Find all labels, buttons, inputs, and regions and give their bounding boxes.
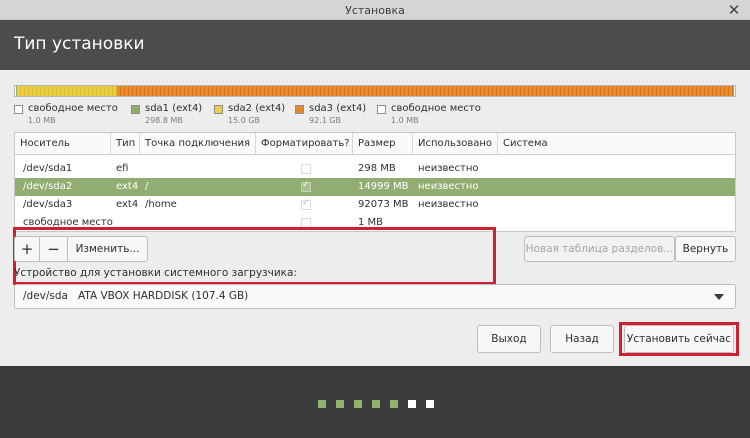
cell-used	[413, 214, 418, 231]
cell-device: /dev/sda2	[23, 181, 73, 192]
format-checkbox[interactable]	[301, 164, 311, 174]
table-row[interactable]: свободное место 1 MB	[15, 214, 735, 231]
table-row[interactable]: /dev/sda3 ext4 /home 92073 MB неизвестно	[15, 196, 735, 214]
legend-size: 1.0 MB	[28, 116, 56, 125]
partition-table: Носитель Тип Точка подключения Форматиро…	[14, 132, 736, 232]
cell-device: /dev/sda1	[23, 163, 73, 174]
cell-used: неизвестно	[418, 163, 479, 174]
legend-size: 1.0 MB	[391, 116, 419, 125]
format-checkbox[interactable]	[301, 198, 311, 210]
legend-swatch	[131, 105, 140, 114]
bootloader-device-select[interactable]: /dev/sda ATA VBOX HARDDISK (107.4 GB)	[14, 284, 736, 309]
column-header-format[interactable]: Форматировать?	[256, 133, 353, 154]
format-checkbox[interactable]	[301, 180, 311, 192]
cell-used: неизвестно	[418, 199, 479, 210]
cell-size: 92073 MB	[358, 199, 409, 210]
partition-toolbar: + − Изменить... Новая таблица разделов..…	[14, 236, 736, 262]
legend-label: sda2 (ext4)	[228, 103, 286, 114]
table-row[interactable]: /dev/sda2 ext4 / 14999 MB неизвестно	[15, 178, 735, 196]
column-header-device[interactable]: Носитель	[15, 133, 111, 154]
legend-label: свободное место	[28, 103, 118, 114]
cell-system	[498, 178, 503, 196]
column-header-mount[interactable]: Точка подключения	[140, 133, 256, 154]
cell-type: ext4	[116, 181, 139, 192]
back-button[interactable]: Назад	[550, 325, 614, 353]
cell-device: свободное место	[23, 217, 113, 228]
revert-button[interactable]: Вернуть	[675, 236, 736, 262]
legend-swatch	[377, 105, 386, 114]
disk-usage-bar	[14, 85, 736, 97]
add-partition-button[interactable]: +	[14, 236, 40, 262]
legend-swatch	[14, 105, 23, 114]
column-header-size[interactable]: Размер	[353, 133, 413, 154]
close-icon[interactable]: ✕	[726, 2, 742, 18]
quit-button[interactable]: Выход	[477, 325, 541, 353]
progress-dot-completed	[336, 400, 344, 408]
remove-partition-button[interactable]: −	[40, 236, 68, 262]
table-header: Носитель Тип Точка подключения Форматиро…	[15, 133, 735, 155]
main-content: свободное место 1.0 MB sda1 (ext4) 298.8…	[0, 70, 750, 366]
legend-size: 92.1 GB	[309, 116, 342, 125]
cell-type: ext4	[116, 199, 139, 210]
progress-dot-pending	[408, 400, 416, 408]
footer	[0, 366, 750, 438]
cell-system	[498, 214, 503, 231]
progress-dot-pending	[426, 400, 434, 408]
cell-type: efi	[116, 163, 129, 174]
disk-segment-free-end	[734, 86, 735, 96]
progress-dot-completed	[354, 400, 362, 408]
disk-segment-sda2	[17, 86, 117, 96]
cell-mount	[140, 214, 145, 231]
cell-device: /dev/sda3	[23, 199, 73, 210]
legend-swatch	[214, 105, 223, 114]
cell-size: 14999 MB	[358, 181, 409, 192]
cell-mount: /home	[145, 199, 177, 210]
page-title: Тип установки	[14, 34, 145, 54]
cell-mount: /	[145, 181, 149, 192]
column-header-system[interactable]: Система	[498, 133, 735, 154]
disk-segment-sda3	[117, 86, 734, 96]
column-header-used[interactable]: Использовано	[413, 133, 498, 154]
page-header: Тип установки	[0, 20, 750, 70]
chevron-down-icon	[714, 294, 724, 300]
cell-system	[498, 160, 503, 178]
legend-label: свободное место	[391, 103, 481, 114]
format-checkbox[interactable]	[301, 218, 311, 228]
cell-size: 1 MB	[358, 217, 384, 228]
legend-label: sda1 (ext4)	[145, 103, 203, 114]
bootloader-selected-value: /dev/sda ATA VBOX HARDDISK (107.4 GB)	[23, 290, 249, 302]
cell-system	[498, 196, 503, 214]
bootloader-label: Устройство для установки системного загр…	[14, 267, 297, 279]
edit-partition-button[interactable]: Изменить...	[68, 236, 148, 262]
legend-label: sda3 (ext4)	[309, 103, 367, 114]
column-header-type[interactable]: Тип	[111, 133, 140, 154]
legend-size: 15.0 GB	[228, 116, 261, 125]
window-title: Установка	[345, 4, 405, 17]
cell-type	[111, 214, 116, 231]
cell-used: неизвестно	[418, 181, 479, 192]
install-now-button[interactable]: Установить сейчас	[624, 325, 734, 353]
legend-swatch	[295, 105, 304, 114]
window-titlebar: Установка ✕	[0, 0, 750, 20]
progress-dot-completed	[318, 400, 326, 408]
cell-size: 298 MB	[358, 163, 396, 174]
table-row[interactable]: /dev/sda1 efi 298 MB неизвестно	[15, 160, 735, 178]
progress-dot-completed	[372, 400, 380, 408]
cell-mount	[140, 160, 145, 178]
new-partition-table-button[interactable]: Новая таблица разделов...	[524, 236, 675, 262]
progress-dot-completed	[390, 400, 398, 408]
legend-size: 298.8 MB	[145, 116, 183, 125]
